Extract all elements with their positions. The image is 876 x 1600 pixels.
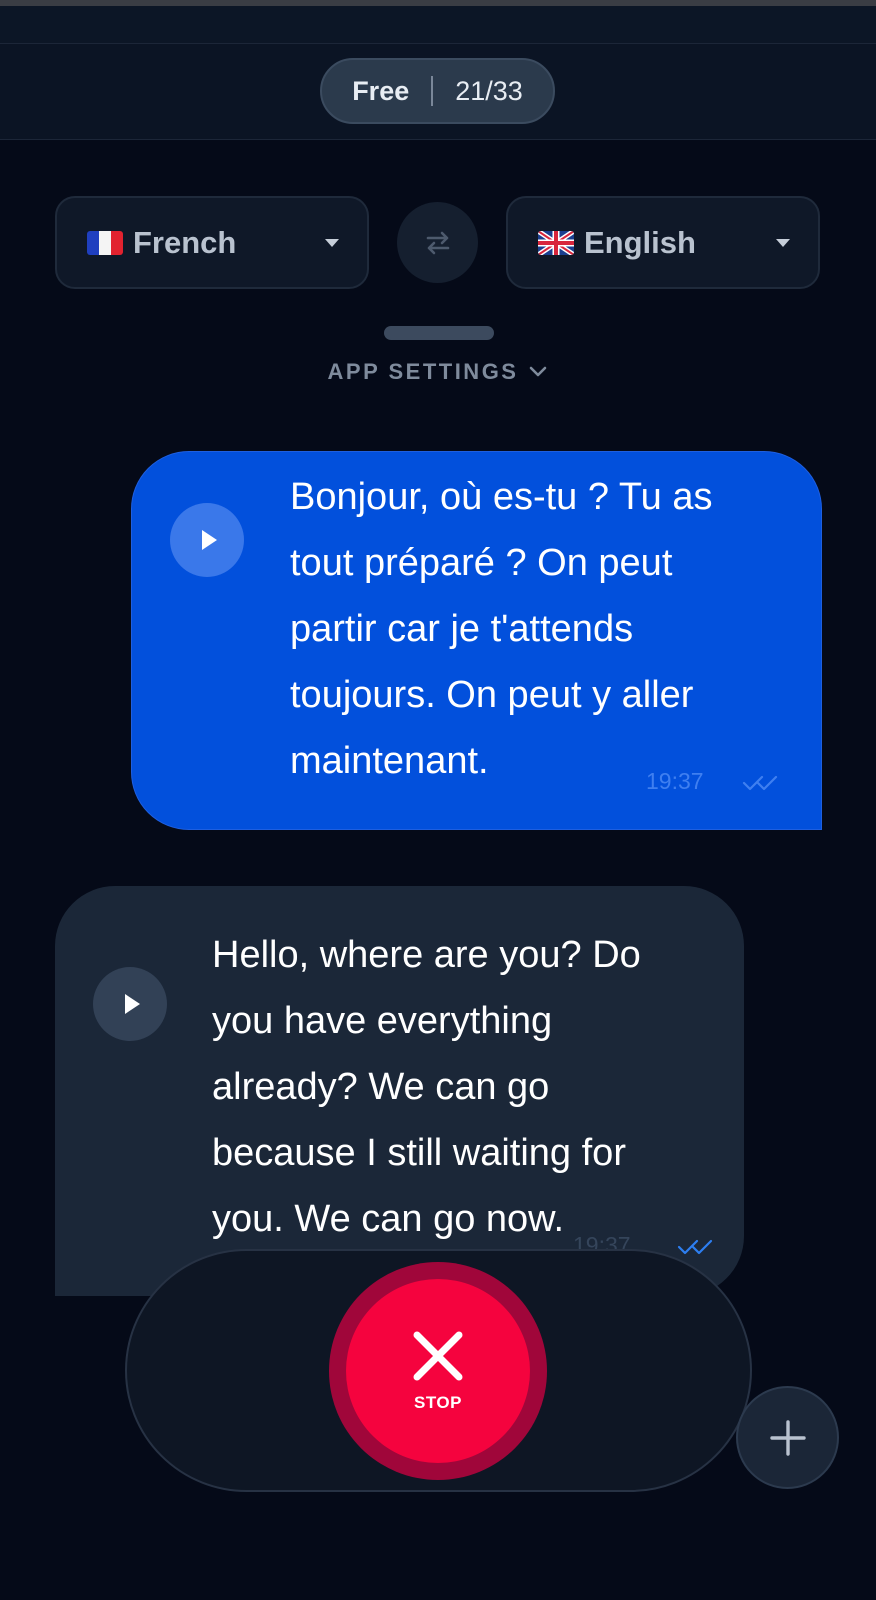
message-bubble-outgoing: Bonjour, où es-tu ? Tu as tout préparé ?…: [131, 451, 822, 830]
plan-divider: [431, 76, 434, 106]
swap-languages-button[interactable]: [397, 202, 478, 283]
plus-icon: [769, 1419, 806, 1456]
chevron-down-icon: [530, 366, 547, 377]
stop-label: STOP: [414, 1393, 462, 1412]
play-audio-button[interactable]: [170, 503, 244, 577]
source-language-label: French: [133, 224, 237, 260]
play-icon: [201, 530, 217, 550]
flag-uk-icon: [538, 230, 574, 255]
message-time: 19:37: [646, 768, 704, 794]
play-icon: [124, 994, 140, 1014]
close-icon: [413, 1331, 463, 1381]
plan-usage-badge[interactable]: Free 21/33: [320, 58, 555, 124]
double-check-icon: [677, 1239, 713, 1255]
app-settings-label: APP SETTINGS: [327, 359, 519, 384]
settings-drag-handle[interactable]: [384, 326, 494, 340]
chevron-down-icon: [325, 239, 339, 247]
source-language-select[interactable]: French: [55, 196, 369, 289]
target-language-label: English: [584, 224, 696, 260]
chevron-down-icon: [776, 239, 790, 247]
top-bar: [0, 6, 876, 44]
stop-button-face: STOP: [346, 1279, 530, 1463]
message-bubble-incoming: Hello, where are you? Do you have everyt…: [55, 886, 744, 1296]
double-check-icon: [742, 775, 778, 791]
play-audio-button[interactable]: [93, 967, 167, 1041]
target-language-select[interactable]: English: [506, 196, 820, 289]
flag-france-icon: [87, 230, 123, 255]
stop-recording-button[interactable]: STOP: [329, 1262, 547, 1480]
add-button[interactable]: [736, 1386, 839, 1489]
message-text: Hello, where are you? Do you have everyt…: [212, 934, 641, 1240]
usage-count: 21/33: [455, 75, 523, 106]
message-text: Bonjour, où es-tu ? Tu as tout préparé ?…: [290, 476, 713, 782]
plan-label: Free: [352, 75, 410, 106]
swap-arrows-icon: [426, 231, 449, 254]
translator-screen: Free 21/33 French English APP SETTINGS B…: [0, 0, 876, 1600]
app-settings-toggle[interactable]: APP SETTINGS: [300, 356, 576, 388]
